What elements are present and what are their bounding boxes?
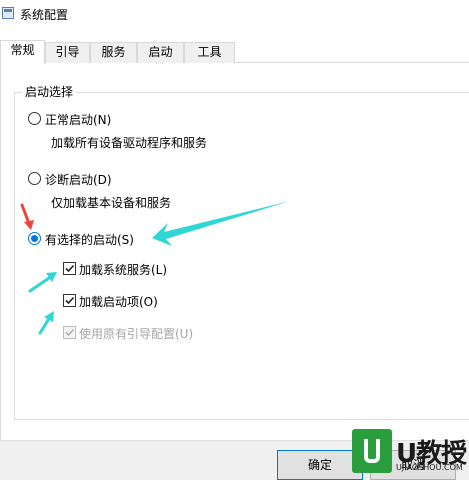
tab-services[interactable]: 服务 xyxy=(90,42,137,63)
load-startup-items-label[interactable]: 加载启动项(O) xyxy=(79,293,158,310)
normal-startup-label[interactable]: 正常启动(N) xyxy=(45,111,111,128)
ok-button[interactable]: 确定 xyxy=(277,450,363,480)
tab-tools[interactable]: 工具 xyxy=(184,42,235,63)
watermark-logo: U教授 UJIAOSHOU.COM xyxy=(352,429,469,480)
load-system-services-checkbox[interactable] xyxy=(63,262,76,275)
selective-startup-radio[interactable] xyxy=(28,232,41,245)
tab-startup[interactable]: 启动 xyxy=(137,42,184,63)
diagnostic-startup-radio[interactable] xyxy=(28,172,41,185)
group-legend: 启动选择 xyxy=(22,83,77,100)
watermark-url: UJIAOSHOU.COM xyxy=(396,463,463,472)
msconfig-icon xyxy=(2,7,14,19)
check-icon xyxy=(65,264,75,273)
brand-shield-icon xyxy=(352,429,392,473)
selective-startup-label[interactable]: 有选择的启动(S) xyxy=(45,231,134,248)
check-icon xyxy=(65,296,75,305)
tab-general[interactable]: 常规 xyxy=(0,40,45,64)
check-icon xyxy=(65,328,75,337)
normal-startup-radio[interactable] xyxy=(28,112,41,125)
general-tab-panel: 启动选择 正常启动(N) 加载所有设备驱动程序和服务 诊断启动(D) 仅加载基本… xyxy=(0,63,469,440)
window-title: 系统配置 xyxy=(20,8,69,22)
diagnostic-startup-label[interactable]: 诊断启动(D) xyxy=(45,171,112,188)
diagnostic-startup-description: 仅加载基本设备和服务 xyxy=(51,196,172,210)
use-original-boot-config-checkbox xyxy=(63,326,76,339)
load-startup-items-checkbox[interactable] xyxy=(63,294,76,307)
tab-strip: 常规 引导 服务 启动 工具 xyxy=(0,40,469,64)
load-system-services-label[interactable]: 加载系统服务(L) xyxy=(79,261,167,278)
title-bar: 系统配置 xyxy=(0,0,469,30)
use-original-boot-config-label: 使用原有引导配置(U) xyxy=(79,327,194,341)
tab-boot[interactable]: 引导 xyxy=(45,42,90,63)
normal-startup-description: 加载所有设备驱动程序和服务 xyxy=(51,136,208,150)
